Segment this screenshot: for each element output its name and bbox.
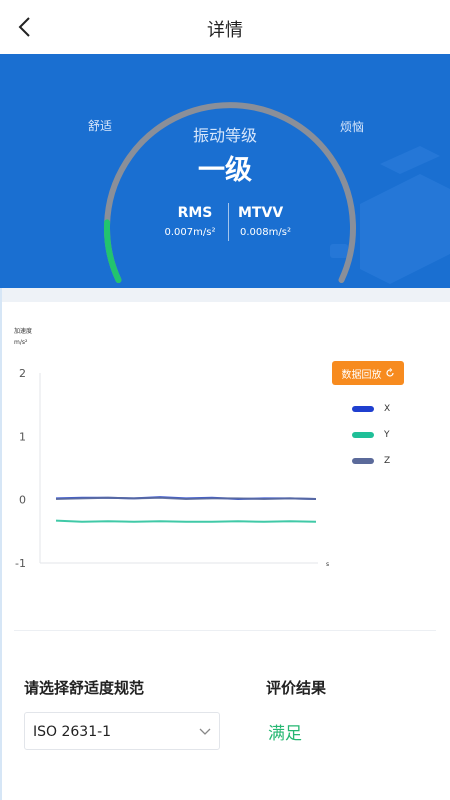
divider (14, 630, 436, 631)
result-label: 评价结果 (266, 679, 327, 697)
legend-item-z[interactable]: Z (352, 448, 390, 474)
rms-label: RMS (177, 205, 213, 221)
standard-select-value: ISO 2631-1 (33, 724, 112, 740)
vibration-level-panel: 舒适 烦恼 振动等级 一级 RMS 0.007m/s² MTVV 0.008m/… (0, 54, 450, 288)
y-tick-label: 1 (19, 430, 26, 443)
y-axis-label: 加速度 (14, 327, 32, 335)
level-title: 振动等级 (192, 126, 257, 145)
rms-value: 0.007m/s² (164, 227, 216, 238)
legend-item-x[interactable]: X (352, 396, 390, 422)
mtvv-value: 0.008m/s² (240, 227, 291, 238)
mtvv-label: MTVV (238, 205, 284, 221)
y-axis-unit: m/s² (14, 339, 28, 346)
header-bar: 详情 (0, 0, 450, 54)
y-tick-label: 2 (19, 367, 26, 380)
legend-swatch (352, 406, 374, 412)
y-tick-label: 0 (19, 494, 26, 507)
x-axis-unit: s (326, 561, 329, 568)
level-value: 一级 (198, 155, 252, 186)
legend-label: Z (384, 456, 391, 466)
result-value: 满足 (268, 724, 302, 744)
legend-label: X (384, 404, 391, 414)
refresh-icon (385, 368, 394, 377)
standard-select[interactable]: ISO 2631-1 (24, 712, 220, 750)
data-replay-button[interactable]: 数据回放 (332, 361, 404, 385)
legend-swatch (352, 458, 374, 464)
series-line-y (55, 519, 317, 523)
gauge-fill (104, 219, 122, 283)
standard-label: 请选择舒适度规范 (24, 679, 145, 697)
page-title: 详情 (207, 20, 243, 41)
legend-swatch (352, 432, 374, 438)
metric-divider (228, 203, 229, 241)
y-tick-label: -1 (15, 557, 26, 570)
legend-label: Y (384, 430, 390, 440)
chevron-down-icon (199, 728, 211, 735)
chart-legend: X Y Z (352, 396, 390, 474)
section-separator (0, 288, 450, 302)
legend-item-y[interactable]: Y (352, 422, 390, 448)
replay-label: 数据回放 (341, 369, 382, 381)
